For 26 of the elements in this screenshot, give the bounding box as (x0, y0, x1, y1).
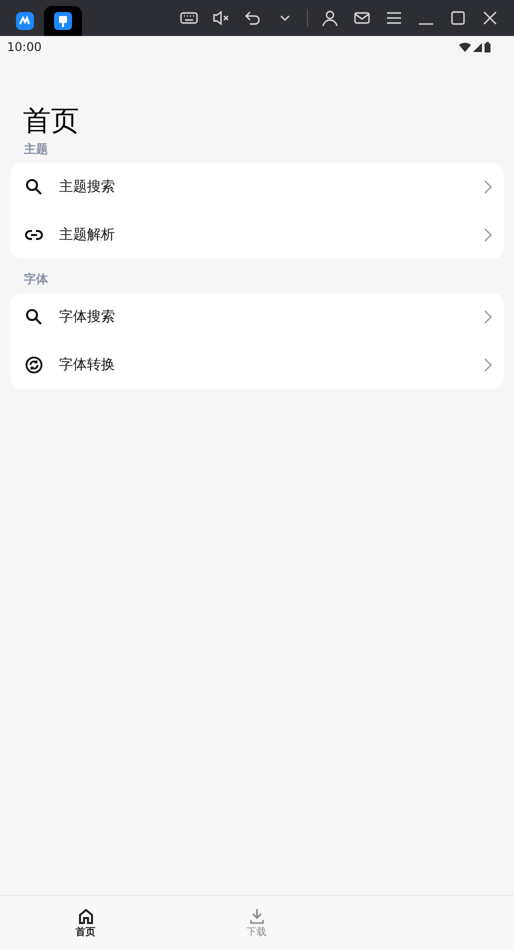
section-label: 主题 (23, 141, 48, 158)
search-icon (25, 178, 43, 196)
app-icon (16, 12, 34, 30)
menu-item[interactable]: 字体转换 (10, 341, 504, 389)
user-icon[interactable] (320, 8, 340, 28)
signal-icon (473, 42, 482, 52)
chevron-right-icon (484, 180, 492, 194)
page-title: 首页 (22, 103, 80, 139)
section-label: 字体 (23, 271, 48, 288)
chevron-right-icon (484, 358, 492, 372)
chevron-right-icon (484, 228, 492, 242)
status-time: 10:00 (7, 39, 42, 56)
app-icon (54, 12, 72, 30)
battery-icon (484, 42, 491, 52)
wifi-icon (459, 42, 471, 52)
home-icon (78, 908, 94, 924)
menu-item[interactable]: 主题解析 (10, 211, 504, 259)
mute-icon[interactable] (211, 8, 231, 28)
window-tab[interactable] (44, 6, 82, 36)
download-icon (248, 908, 264, 924)
nav-tab[interactable]: 首页 (0, 896, 171, 950)
menu-item[interactable]: 主题搜索 (10, 163, 504, 211)
search-icon (25, 308, 43, 326)
menu-item[interactable]: 字体搜索 (10, 293, 504, 341)
sync-icon (25, 356, 43, 374)
chevron-right-icon (484, 310, 492, 324)
